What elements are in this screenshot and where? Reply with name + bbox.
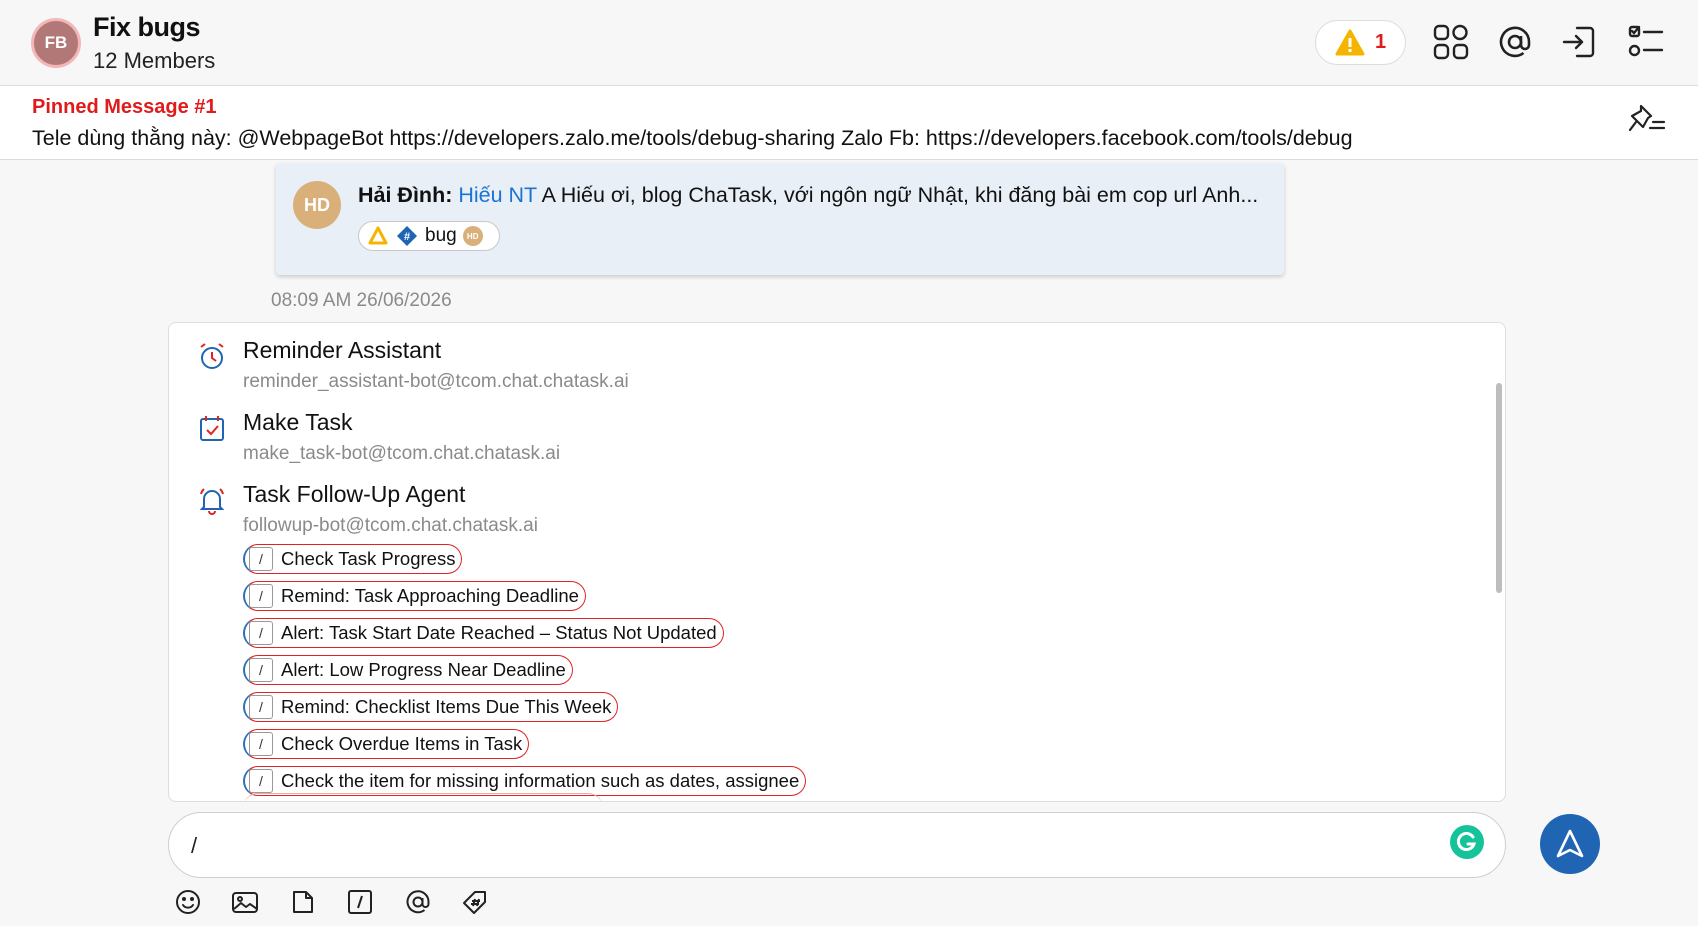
checklist-icon	[1628, 25, 1664, 57]
tag-avatar: HD	[462, 226, 483, 246]
alert-count: 1	[1374, 31, 1387, 53]
sender-avatar[interactable]: HD	[293, 181, 341, 229]
grammarly-button[interactable]	[1450, 825, 1484, 859]
slash-icon: /	[249, 621, 273, 645]
apps-grid-icon	[1433, 24, 1469, 60]
at-mention-icon	[1499, 26, 1531, 58]
command-item[interactable]: / Check Overdue Items in Task	[243, 729, 530, 759]
command-label: Check Overdue Items in Task	[281, 733, 523, 754]
image-button[interactable]	[229, 886, 261, 918]
task-list-button[interactable]	[1624, 20, 1668, 64]
slash-icon: /	[249, 658, 273, 682]
slash-icon: /	[249, 584, 273, 608]
command-item[interactable]: / Alert: Low Progress Near Deadline	[243, 655, 573, 685]
pinned-message[interactable]: Pinned Message #1 Tele dùng thằng này: @…	[0, 85, 1698, 160]
send-icon	[1556, 829, 1584, 858]
unpin-button[interactable]	[1627, 100, 1667, 140]
hashtag-icon: #	[397, 226, 417, 246]
calendar-check-icon	[197, 413, 227, 443]
command-label: Remind: Task Approaching Deadline	[281, 585, 579, 606]
bot-email: make_task-bot@tcom.chat.chatask.ai	[243, 443, 561, 464]
slash-icon: /	[249, 769, 273, 793]
bell-icon	[197, 485, 227, 515]
slash-icon: /	[249, 547, 273, 571]
sender-name: Hải Đình:	[358, 183, 453, 207]
command-item[interactable]: / Remind: Checklist Items Due This Week	[243, 692, 619, 722]
command-label: Remind: Checklist Items Due This Week	[281, 696, 612, 717]
group-avatar[interactable]: FB	[31, 18, 81, 68]
send-button[interactable]	[1540, 814, 1600, 874]
message-body: A Hiếu ơi, blog ChaTask, với ngôn ngữ Nh…	[536, 183, 1259, 207]
pinned-label: Pinned Message #1	[32, 96, 217, 118]
bot-suggestion-panel: Reminder Assistant reminder_assistant-bo…	[168, 322, 1506, 802]
message-input[interactable]	[191, 827, 1391, 865]
alarm-clock-icon	[197, 341, 227, 371]
svg-text:#: #	[404, 231, 410, 243]
command-item-partial[interactable]	[243, 793, 603, 801]
tag-button[interactable]	[459, 886, 491, 918]
bot-name[interactable]: Reminder Assistant	[243, 337, 441, 364]
command-label: Alert: Low Progress Near Deadline	[281, 659, 566, 680]
message-composer[interactable]	[168, 812, 1506, 878]
command-label: Check the item for missing information s…	[281, 770, 800, 791]
bot-email: followup-bot@tcom.chat.chatask.ai	[243, 515, 538, 536]
command-item[interactable]: / Alert: Task Start Date Reached – Status…	[243, 618, 724, 648]
tag-icon	[463, 891, 486, 914]
alert-button[interactable]: 1	[1315, 20, 1406, 65]
quoted-message-card[interactable]: HD Hải Đình: Hiếu NT A Hiếu ơi, blog Cha…	[276, 163, 1284, 275]
bot-email: reminder_assistant-bot@tcom.chat.chatask…	[243, 371, 629, 392]
bot-name[interactable]: Task Follow-Up Agent	[243, 481, 465, 508]
mention-icon	[406, 890, 430, 914]
bot-name[interactable]: Make Task	[243, 409, 353, 436]
grammarly-icon	[1456, 832, 1477, 851]
tag-chip[interactable]: # bug HD	[358, 221, 500, 251]
command-item[interactable]: / Check the item for missing information …	[243, 766, 807, 796]
command-label: Check Task Progress	[281, 548, 456, 569]
login-icon	[1562, 26, 1595, 58]
command-label: Alert: Task Start Date Reached – Status …	[281, 622, 717, 643]
slash-command-icon	[348, 890, 372, 914]
apps-grid-button[interactable]	[1429, 20, 1473, 64]
pinned-text: Tele dùng thằng này: @WebpageBot https:/…	[32, 126, 1353, 150]
file-button[interactable]	[287, 886, 319, 918]
join-button[interactable]	[1557, 20, 1601, 64]
slash-icon: /	[249, 695, 273, 719]
quoted-message-text: Hải Đình: Hiếu NT A Hiếu ơi, blog ChaTas…	[358, 183, 1258, 208]
file-icon	[293, 891, 313, 913]
member-count[interactable]: 12 Members	[93, 48, 215, 74]
progress-circle-icon	[368, 226, 388, 245]
warning-icon	[1335, 29, 1365, 55]
chat-header: FB Fix bugs 12 Members 1	[0, 0, 1698, 85]
panel-scrollbar[interactable]	[1496, 383, 1502, 593]
message-timestamp: 08:09 AM 26/06/2026	[271, 290, 452, 311]
mention-button[interactable]	[402, 886, 434, 918]
group-title: Fix bugs	[93, 12, 201, 42]
slash-command-button[interactable]	[344, 886, 376, 918]
mention-filter-button[interactable]	[1493, 20, 1537, 64]
emoji-icon	[176, 890, 200, 914]
emoji-button[interactable]	[172, 886, 204, 918]
command-item[interactable]: / Remind: Task Approaching Deadline	[243, 581, 586, 611]
image-icon	[232, 892, 258, 913]
tag-label: bug	[425, 225, 457, 246]
command-item[interactable]: / Check Task Progress	[243, 544, 463, 574]
mention-link[interactable]: Hiếu NT	[458, 183, 536, 207]
slash-icon: /	[249, 732, 273, 756]
pin-list-icon	[1628, 104, 1666, 132]
